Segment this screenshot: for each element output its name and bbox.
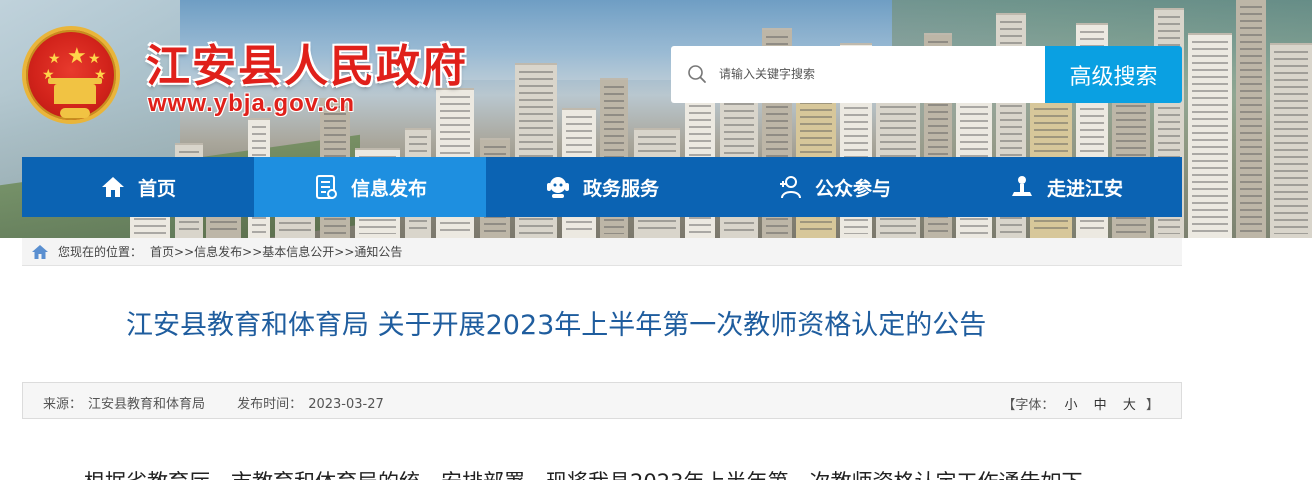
nav-item-home[interactable]: 首页 [22, 157, 254, 217]
people-icon [779, 176, 801, 199]
font-size-large-button[interactable]: 大 [1123, 398, 1136, 413]
site-title[interactable]: 江安县人民政府 [146, 30, 468, 94]
skyline-building [1188, 33, 1232, 238]
breadcrumb-item-notices[interactable]: 通知公告 [354, 243, 402, 260]
main-nav: 首页 信息发布 政务服务 公众参与 走进江安 [22, 157, 1182, 217]
document-icon [315, 175, 337, 199]
landmark-icon [1011, 176, 1032, 196]
breadcrumb-separator: >> [174, 244, 195, 259]
breadcrumb-item-information[interactable]: 信息发布 [194, 243, 242, 260]
article-title: 江安县教育和体育局 关于开展2023年上半年第一次教师资格认定的公告 [126, 310, 987, 341]
home-icon [101, 177, 124, 197]
skyline-building [1270, 43, 1312, 238]
service-icon [546, 177, 569, 198]
article-meta: 来源： 江安县教育和体育局 发布时间： 2023-03-27 [43, 393, 390, 412]
font-size-controls: 【字体： 小 中 大 】 [1002, 394, 1159, 413]
date-value: 2023-03-27 [308, 397, 384, 412]
search-icon[interactable] [687, 64, 707, 84]
font-size-label: 【字体： [1002, 398, 1055, 413]
source-value: 江安县教育和体育局 [88, 397, 206, 412]
source-label: 来源： [43, 397, 83, 412]
font-size-close: 】 [1145, 398, 1159, 413]
article-body: 根据省教育厅、市教育和体育局的统一安排部署，现将我县2023年上半年第一次教师资… [84, 466, 1144, 480]
nav-item-participation[interactable]: 公众参与 [718, 157, 950, 217]
breadcrumb-item-basic-info[interactable]: 基本信息公开 [262, 243, 334, 260]
nav-item-about[interactable]: 走进江安 [950, 157, 1182, 217]
font-size-medium-button[interactable]: 中 [1094, 398, 1107, 413]
article-meta-bar: 来源： 江安县教育和体育局 发布时间： 2023-03-27 【字体： 小 中 大 … [22, 382, 1182, 419]
search-box [671, 46, 1046, 103]
header-banner: ★ ★ ★ ★ ★ 江安县人民政府 www.ybja.gov.cn 高级搜索 首… [0, 0, 1312, 238]
nav-item-label: 政务服务 [582, 177, 659, 200]
national-emblem-icon: ★ ★ ★ ★ ★ [22, 26, 120, 124]
site-url[interactable]: www.ybja.gov.cn [148, 90, 355, 118]
font-size-small-button[interactable]: 小 [1065, 398, 1078, 413]
nav-item-label: 信息发布 [350, 177, 427, 200]
breadcrumb-prefix: 您现在的位置： [58, 245, 143, 259]
breadcrumb-separator: >> [242, 244, 263, 259]
nav-item-label: 首页 [137, 177, 176, 200]
nav-item-label: 走进江安 [1046, 177, 1123, 200]
breadcrumb: 您现在的位置： 首页 >> 信息发布 >> 基本信息公开 >> 通知公告 [22, 238, 1182, 266]
date-label: 发布时间： [237, 397, 303, 412]
search-input[interactable] [719, 60, 1029, 88]
home-icon [32, 244, 48, 259]
breadcrumb-item-home[interactable]: 首页 [150, 243, 174, 260]
nav-item-services[interactable]: 政务服务 [486, 157, 718, 217]
nav-item-label: 公众参与 [814, 177, 891, 200]
nav-item-information[interactable]: 信息发布 [254, 157, 486, 217]
skyline-building [1236, 0, 1266, 238]
advanced-search-button[interactable]: 高级搜索 [1045, 46, 1182, 103]
breadcrumb-separator: >> [334, 244, 355, 259]
